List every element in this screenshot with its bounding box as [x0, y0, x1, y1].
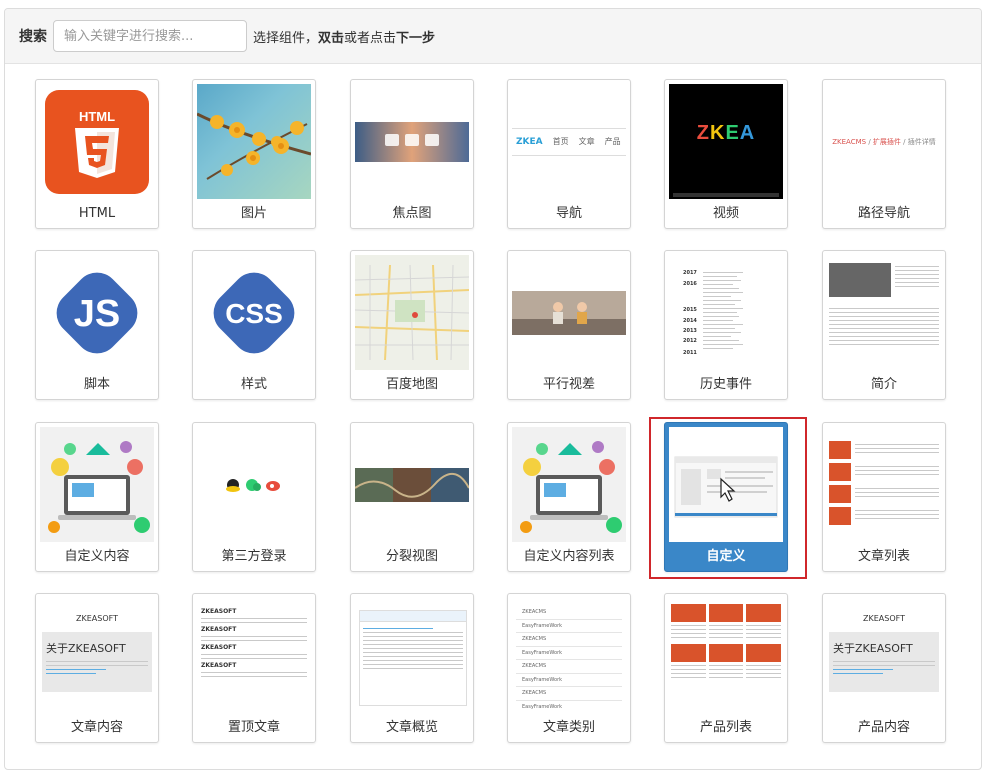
- widget-label: 分裂视图: [385, 549, 438, 564]
- map-icon: [355, 255, 469, 370]
- widget-label: 文章类别: [542, 720, 595, 735]
- widget-label: 脚本: [83, 377, 110, 392]
- widget-card-custom[interactable]: 自定义: [664, 422, 788, 572]
- widget-card-product-list[interactable]: 产品列表: [664, 593, 788, 743]
- widget-card-article-category[interactable]: ZKEACMS EasyFrameWork ZKEACMS EasyFrameW…: [507, 593, 631, 743]
- intro-icon: [827, 255, 941, 370]
- carousel-icon: [355, 84, 469, 199]
- widget-card-script[interactable]: JS 脚本: [35, 250, 159, 400]
- widget-label: 焦点图: [392, 206, 432, 221]
- custom-content-list-icon: [512, 427, 626, 542]
- widget-label: 简介: [870, 377, 897, 392]
- widget-label: 路径导航: [857, 206, 910, 221]
- hint-text: 选择组件，双击或者点击下一步: [253, 30, 436, 46]
- widget-card-article-content[interactable]: ZKEASOFT 关于ZKEASOFT 文章内容: [35, 593, 159, 743]
- widget-card-image[interactable]: 图片: [192, 79, 316, 229]
- widget-card-navigation[interactable]: ZKEA 首页 文章 产品 导航: [507, 79, 631, 229]
- navigation-icon: ZKEA 首页 文章 产品: [512, 84, 626, 199]
- widget-label: 平行视差: [542, 377, 595, 392]
- widget-label: 自定义内容列表: [523, 549, 615, 564]
- widget-card-video[interactable]: ZKEA 视频: [664, 79, 788, 229]
- widget-label: 视频: [712, 206, 739, 221]
- widget-label: 第三方登录: [221, 549, 287, 564]
- article-content-icon: ZKEASOFT 关于ZKEASOFT: [40, 598, 154, 713]
- search-bar: 搜索 选择组件，双击或者点击下一步: [5, 9, 981, 64]
- widget-label: 置顶文章: [227, 720, 280, 735]
- widget-card-custom-content-list[interactable]: 自定义内容列表: [507, 422, 631, 572]
- breadcrumb-icon: ZKEACMS / 扩展插件 / 插件详情: [832, 137, 936, 146]
- html5-icon: HTML: [40, 84, 154, 199]
- search-input[interactable]: [53, 20, 247, 52]
- widget-label: 导航: [555, 206, 582, 221]
- widget-card-map[interactable]: 百度地图: [350, 250, 474, 400]
- widget-card-product-content[interactable]: ZKEASOFT 关于ZKEASOFT 产品内容: [822, 593, 946, 743]
- svg-text:HTML: HTML: [79, 109, 115, 124]
- social-login-icon: [197, 427, 311, 542]
- widget-label: 产品内容: [857, 720, 910, 735]
- widget-label: 文章内容: [70, 720, 123, 735]
- widget-card-custom-content[interactable]: 自定义内容: [35, 422, 159, 572]
- widget-card-parallax[interactable]: 平行视差: [507, 250, 631, 400]
- widget-card-top-article[interactable]: ZKEASOFT ZKEASOFT ZKEASOFT ZKEASOFT 置顶文章: [192, 593, 316, 743]
- widget-card-split-view[interactable]: 分裂视图: [350, 422, 474, 572]
- split-view-icon: [355, 427, 469, 542]
- widget-card-breadcrumb[interactable]: ZKEACMS / 扩展插件 / 插件详情 路径导航: [822, 79, 946, 229]
- custom-icon: [669, 427, 783, 542]
- widget-card-article-list[interactable]: 文章列表: [822, 422, 946, 572]
- product-list-icon: [669, 598, 783, 713]
- video-icon: ZKEA: [669, 84, 783, 199]
- article-summary-icon: [355, 598, 469, 713]
- widget-label: 样式: [240, 377, 267, 392]
- svg-text:JS: JS: [74, 293, 120, 335]
- widget-label: 文章概览: [385, 720, 438, 735]
- widget-card-intro[interactable]: 简介: [822, 250, 946, 400]
- widget-label: 自定义内容: [64, 549, 130, 564]
- widget-card-timeline[interactable]: 2017 2016 2015 2014 2013 2012 2011 历史事件: [664, 250, 788, 400]
- widget-label: 图片: [240, 206, 267, 221]
- search-label: 搜索: [19, 29, 47, 45]
- svg-text:CSS: CSS: [225, 298, 283, 329]
- image-icon: [197, 84, 311, 199]
- widget-label: 文章列表: [857, 549, 910, 564]
- timeline-icon: 2017 2016 2015 2014 2013 2012 2011: [669, 255, 783, 370]
- widget-card-html[interactable]: HTML HTML: [35, 79, 159, 229]
- widget-label: 历史事件: [699, 377, 752, 392]
- widget-card-style[interactable]: CSS 样式: [192, 250, 316, 400]
- article-category-icon: ZKEACMS EasyFrameWork ZKEACMS EasyFrameW…: [512, 598, 626, 713]
- widget-label: 产品列表: [699, 720, 752, 735]
- widget-card-article-summary[interactable]: 文章概览: [350, 593, 474, 743]
- css-icon: CSS: [197, 255, 311, 370]
- product-content-icon: ZKEASOFT 关于ZKEASOFT: [827, 598, 941, 713]
- top-article-icon: ZKEASOFT ZKEASOFT ZKEASOFT ZKEASOFT: [197, 598, 311, 713]
- article-list-icon: [827, 427, 941, 542]
- widget-label: HTML: [78, 206, 116, 221]
- widget-card-carousel[interactable]: 焦点图: [350, 79, 474, 229]
- parallax-icon: [512, 255, 626, 370]
- widget-label: 百度地图: [385, 377, 438, 392]
- widget-card-social-login[interactable]: 第三方登录: [192, 422, 316, 572]
- js-icon: JS: [40, 255, 154, 370]
- widget-label: 自定义: [706, 549, 746, 564]
- custom-content-icon: [40, 427, 154, 542]
